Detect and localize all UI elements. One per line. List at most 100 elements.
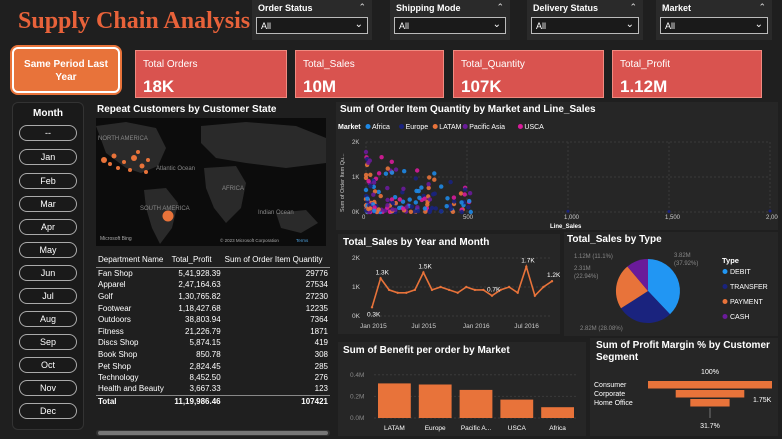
line-point[interactable] <box>379 277 382 280</box>
bar[interactable] <box>459 389 493 418</box>
scatter-point[interactable] <box>431 192 436 197</box>
chevron-up-icon[interactable]: ⌃ <box>758 2 766 13</box>
map-bubble[interactable] <box>122 160 126 164</box>
scatter-point[interactable] <box>385 203 390 208</box>
line-point[interactable] <box>456 291 459 294</box>
scatter-point[interactable] <box>426 182 431 187</box>
scatter-point[interactable] <box>407 197 412 202</box>
month-item[interactable]: Jan <box>19 149 77 165</box>
month-item[interactable]: Nov <box>19 380 77 396</box>
scatter-point[interactable] <box>432 171 437 176</box>
table-row[interactable]: Outdoors 38,803.94 7364 <box>96 314 330 326</box>
scatter-point[interactable] <box>371 180 377 185</box>
table-row[interactable]: Health and Beauty 3,667.33 123 <box>96 383 330 395</box>
map-bubble[interactable] <box>111 153 117 159</box>
scatter-point[interactable] <box>432 177 437 182</box>
legend-item[interactable]: CASH <box>730 314 749 321</box>
line-point[interactable] <box>516 291 519 294</box>
scatter-point[interactable] <box>385 185 390 191</box>
scatter-point[interactable] <box>433 206 438 211</box>
scatter-point[interactable] <box>402 169 407 174</box>
line-point[interactable] <box>542 285 545 289</box>
slicer-market[interactable]: Market ⌃ All ⌄ <box>656 0 772 40</box>
table-row[interactable]: Apparel 2,47,164.63 27534 <box>96 279 330 291</box>
month-item[interactable]: Mar <box>19 196 77 212</box>
map-bubble[interactable] <box>101 157 107 163</box>
scatter-point[interactable] <box>438 209 444 214</box>
table-row[interactable]: Book Shop 850.78 308 <box>96 349 330 361</box>
month-item[interactable]: Apr <box>19 219 77 235</box>
scatter-point[interactable] <box>768 209 772 213</box>
scatter-point[interactable] <box>365 196 370 201</box>
funnel-bar[interactable] <box>675 390 745 398</box>
scatter-point[interactable] <box>452 199 457 204</box>
scatter-point[interactable] <box>415 168 420 173</box>
scatter-point[interactable] <box>389 197 395 202</box>
scatter-point[interactable] <box>458 191 464 196</box>
month-item[interactable]: Aug <box>19 311 77 327</box>
scatter-point[interactable] <box>397 197 402 202</box>
map-bubble[interactable] <box>144 170 148 174</box>
legend-item[interactable]: LATAM <box>439 124 461 131</box>
line-point[interactable] <box>387 288 391 292</box>
scatter-point[interactable] <box>462 192 467 197</box>
scatter-chart[interactable]: Market Africa Europe LATAM Pacific Asia USCA S… <box>336 116 778 230</box>
line-point[interactable] <box>550 280 554 283</box>
scatter-point[interactable] <box>390 200 396 206</box>
bar[interactable] <box>418 384 452 419</box>
month-item[interactable]: Jun <box>19 265 77 281</box>
line-point[interactable] <box>482 288 485 292</box>
scatter-point[interactable] <box>368 172 373 177</box>
scatter-point[interactable] <box>413 200 418 205</box>
month-item[interactable]: Oct <box>19 357 77 373</box>
scatter-point[interactable] <box>444 204 449 209</box>
scatter-point[interactable] <box>389 159 394 164</box>
map-terms-link[interactable]: Terms <box>296 238 309 243</box>
market-select[interactable]: All ⌄ <box>660 17 768 34</box>
customer-state-map[interactable]: NORTH AMERICA Atlantic Ocean AFRICA SOUT… <box>96 118 326 246</box>
scatter-point[interactable] <box>427 208 433 213</box>
scatter-point[interactable] <box>397 205 402 211</box>
scatter-point[interactable] <box>415 205 420 210</box>
scatter-point[interactable] <box>408 209 414 214</box>
chevron-up-icon[interactable]: ⌃ <box>358 2 366 13</box>
legend-item[interactable]: Pacific Asia <box>469 124 505 131</box>
scatter-point[interactable] <box>385 166 390 171</box>
scatter-point[interactable] <box>378 193 383 199</box>
delivery-status-select[interactable]: All ⌄ <box>531 17 639 34</box>
line-point[interactable] <box>490 294 494 297</box>
scatter-point[interactable] <box>439 184 444 189</box>
line-point[interactable] <box>447 288 451 292</box>
table-row[interactable]: Pet Shop 2,824.45 285 <box>96 360 330 372</box>
scatter-point[interactable] <box>445 196 450 201</box>
funnel-bar[interactable] <box>648 381 772 389</box>
scatter-point[interactable] <box>368 206 373 211</box>
scatter-point[interactable] <box>667 209 671 213</box>
scatter-point[interactable] <box>467 191 473 196</box>
scatter-point[interactable] <box>376 189 381 195</box>
legend-item[interactable]: TRANSFER <box>730 284 768 291</box>
line-point[interactable] <box>439 285 442 289</box>
scatter-point[interactable] <box>448 179 453 185</box>
scatter-point[interactable] <box>376 171 382 176</box>
scatter-point[interactable] <box>372 208 377 213</box>
line-point[interactable] <box>507 285 511 289</box>
table-scrollbar[interactable] <box>96 430 330 436</box>
scatter-point[interactable] <box>468 209 473 215</box>
line-point[interactable] <box>430 288 434 292</box>
profit-margin-funnel[interactable]: 100% Consumer Corporate Home Office 1.75K 31.… <box>590 364 778 436</box>
funnel-bar[interactable] <box>690 399 730 407</box>
legend-item[interactable]: Africa <box>372 124 390 131</box>
month-item[interactable]: Jul <box>19 288 77 304</box>
scatter-point[interactable] <box>389 170 395 175</box>
scatter-point[interactable] <box>415 208 421 214</box>
line-point[interactable] <box>396 291 399 294</box>
chevron-up-icon[interactable]: ⌃ <box>496 2 504 13</box>
legend-item[interactable]: USCA <box>524 124 544 131</box>
map-bubble[interactable] <box>108 162 112 166</box>
line-point[interactable] <box>370 306 374 309</box>
scatter-point[interactable] <box>417 195 422 200</box>
scatter-point[interactable] <box>427 197 433 202</box>
chevron-up-icon[interactable]: ⌃ <box>629 2 637 13</box>
scatter-point[interactable] <box>409 204 414 209</box>
